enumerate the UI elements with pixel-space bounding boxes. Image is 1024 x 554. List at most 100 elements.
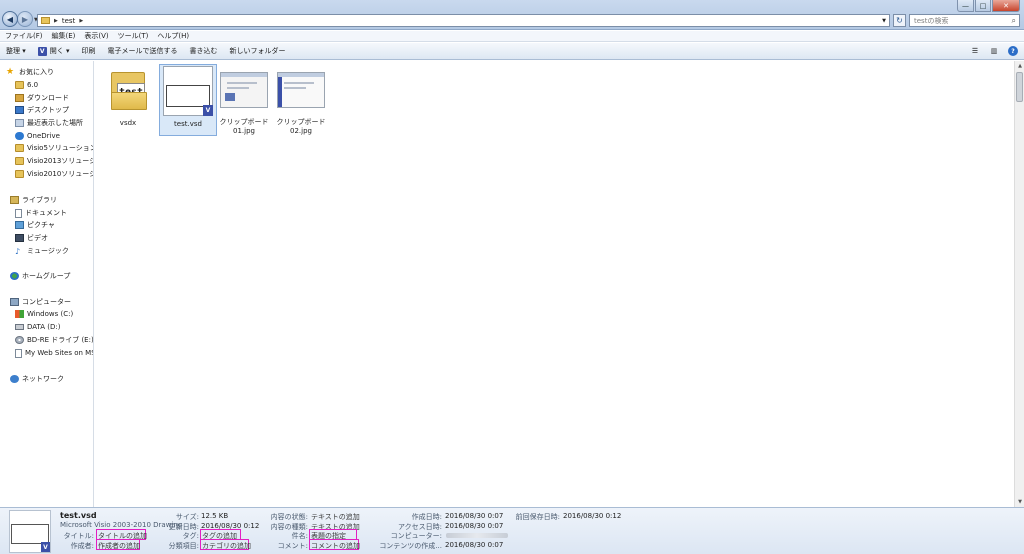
desktop-icon xyxy=(15,106,24,114)
bd-drive-icon xyxy=(15,336,24,344)
forward-button[interactable]: ▶ xyxy=(17,11,33,27)
organize-button[interactable]: 整理 ▾ xyxy=(6,46,26,56)
nav-label: 最近表示した場所 xyxy=(27,119,83,127)
toolbar-right: ☰ ▥ ? xyxy=(970,46,1018,56)
nav-label: 6.0 xyxy=(27,81,39,89)
nav-drive-d[interactable]: DATA (D:) xyxy=(15,321,60,333)
nav-lib-videos[interactable]: ビデオ xyxy=(15,232,48,244)
menu-bar: ファイル(F) 編集(E) 表示(V) ツール(T) ヘルプ(H) xyxy=(0,31,1024,42)
redacted-computer-name xyxy=(446,533,508,538)
breadcrumb-test[interactable]: test xyxy=(62,17,75,25)
image-thumbnail xyxy=(218,64,270,115)
file-item-clipboard-01[interactable]: クリップボード 01.jpg xyxy=(215,64,273,136)
view-options-icon[interactable]: ☰ xyxy=(970,46,980,56)
nav-lib-music[interactable]: ♪ ミュージック xyxy=(15,245,69,257)
nav-fav-desktop[interactable]: デスクトップ xyxy=(15,104,69,116)
subject-label: 件名: xyxy=(291,532,308,540)
open-button[interactable]: V 開く ▾ xyxy=(37,46,70,56)
nav-label: BD-RE ドライブ (E:) d xyxy=(27,336,94,344)
title-label: タイトル: xyxy=(63,532,94,540)
folder-icon: test xyxy=(109,70,147,110)
author-field[interactable]: 作成者の追加 xyxy=(98,541,140,551)
back-arrow-icon: ◀ xyxy=(6,14,14,24)
last-saved-value: 2016/08/30 0:12 xyxy=(563,512,622,520)
nav-fav-visio2013[interactable]: Visio2013ソリューショ xyxy=(15,155,93,167)
menu-help[interactable]: ヘルプ(H) xyxy=(157,31,189,41)
email-button[interactable]: 電子メールで送信する xyxy=(108,46,178,56)
scrollbar-thumb[interactable] xyxy=(1016,72,1023,102)
search-icon[interactable]: ⌕ xyxy=(1012,16,1016,26)
nav-label: Visio2013ソリューショ xyxy=(27,157,93,165)
burn-button[interactable]: 書き込む xyxy=(190,46,218,56)
nav-fav-visio2010[interactable]: Visio2010ソリューショ xyxy=(15,168,93,180)
close-button[interactable]: ✕ xyxy=(992,0,1020,12)
nav-web-sites[interactable]: My Web Sites on MSI xyxy=(15,347,94,359)
visio-icon: V xyxy=(203,105,213,116)
address-dropdown-icon[interactable]: ▼ xyxy=(882,18,886,24)
scroll-up-icon[interactable]: ▲ xyxy=(1015,61,1024,71)
file-item-vsdx[interactable]: test vsdx xyxy=(99,64,157,136)
nav-lib-documents[interactable]: ドキュメント xyxy=(15,207,67,219)
nav-fav-recent[interactable]: 最近表示した場所 xyxy=(15,117,83,129)
accessed-value: 2016/08/30 0:07 xyxy=(445,522,504,530)
scroll-down-icon[interactable]: ▼ xyxy=(1015,497,1024,507)
category-field[interactable]: カテゴリの追加 xyxy=(202,541,251,551)
nav-fav-visio5[interactable]: Visio5ソリューション xyxy=(15,142,94,154)
address-bar[interactable]: ▶ test ▶ ▼ xyxy=(37,14,890,27)
new-folder-button[interactable]: 新しいフォルダー xyxy=(230,46,286,56)
vsd-thumbnail: V xyxy=(162,65,214,117)
file-item-clipboard-02[interactable]: クリップボード 02.jpg xyxy=(272,64,330,136)
nav-favorites[interactable]: ★ お気に入り xyxy=(6,66,54,78)
nav-fav-6-0[interactable]: 6.0 xyxy=(15,79,38,91)
vertical-scrollbar[interactable]: ▲ ▼ xyxy=(1014,61,1024,507)
print-button[interactable]: 印刷 xyxy=(82,46,96,56)
computer-icon xyxy=(10,298,19,306)
nav-label: Visio2010ソリューショ xyxy=(27,170,93,178)
nav-label: デスクトップ xyxy=(27,106,69,114)
menu-file[interactable]: ファイル(F) xyxy=(5,31,43,41)
maximize-button[interactable]: □ xyxy=(975,0,991,12)
nav-homegroup-label: ホームグループ xyxy=(22,272,71,280)
nav-libraries[interactable]: ライブラリ xyxy=(10,194,57,206)
refresh-icon: ↻ xyxy=(896,16,903,25)
open-label: 開く ▾ xyxy=(49,47,70,55)
nav-label: My Web Sites on MSI xyxy=(25,349,94,357)
nav-homegroup[interactable]: ホームグループ xyxy=(10,270,70,282)
menu-tools[interactable]: ツール(T) xyxy=(118,31,149,41)
windows-drive-icon xyxy=(15,310,24,318)
file-item-test-vsd[interactable]: V test.vsd xyxy=(159,64,217,136)
menu-edit[interactable]: 編集(E) xyxy=(52,31,76,41)
nav-label: Windows (C:) xyxy=(27,310,74,318)
nav-label: ピクチャ xyxy=(27,221,55,229)
nav-computer-label: コンピューター xyxy=(22,298,71,306)
nav-computer[interactable]: コンピューター xyxy=(10,296,71,308)
minimize-button[interactable]: — xyxy=(957,0,974,12)
menu-view[interactable]: 表示(V) xyxy=(84,31,108,41)
image-thumbnail xyxy=(275,64,327,115)
nav-fav-onedrive[interactable]: OneDrive xyxy=(15,130,60,142)
nav-fav-downloads[interactable]: ダウンロード xyxy=(15,92,69,104)
window-controls: — □ ✕ xyxy=(957,0,1020,12)
libraries-icon xyxy=(10,196,19,204)
nav-buttons: ◀ ▶ ▼ xyxy=(2,11,40,27)
nav-lib-pictures[interactable]: ピクチャ xyxy=(15,219,55,231)
created-value: 2016/08/30 0:07 xyxy=(445,512,504,520)
comment-field[interactable]: コメントの追加 xyxy=(311,541,360,551)
content-status-field[interactable]: テキストの追加 xyxy=(311,512,360,522)
refresh-button[interactable]: ↻ xyxy=(893,14,906,27)
search-input[interactable]: testの検索 ⌕ xyxy=(909,14,1020,27)
breadcrumb-separator-icon[interactable]: ▶ xyxy=(54,18,58,24)
computer-label: コンピューター: xyxy=(390,532,442,540)
breadcrumb-chevron-icon[interactable]: ▶ xyxy=(79,18,83,24)
nav-label: Visio5ソリューション xyxy=(27,144,94,152)
file-name: クリップボード 02.jpg xyxy=(276,118,326,135)
file-name: クリップボード 01.jpg xyxy=(219,118,269,135)
details-file-name: test.vsd xyxy=(60,511,97,520)
back-button[interactable]: ◀ xyxy=(2,11,18,27)
preview-pane-icon[interactable]: ▥ xyxy=(989,46,999,56)
nav-network[interactable]: ネットワーク xyxy=(10,373,64,385)
nav-drive-e[interactable]: BD-RE ドライブ (E:) d xyxy=(15,334,94,346)
nav-label: ビデオ xyxy=(27,234,48,242)
help-icon[interactable]: ? xyxy=(1008,46,1018,56)
nav-drive-c[interactable]: Windows (C:) xyxy=(15,308,73,320)
